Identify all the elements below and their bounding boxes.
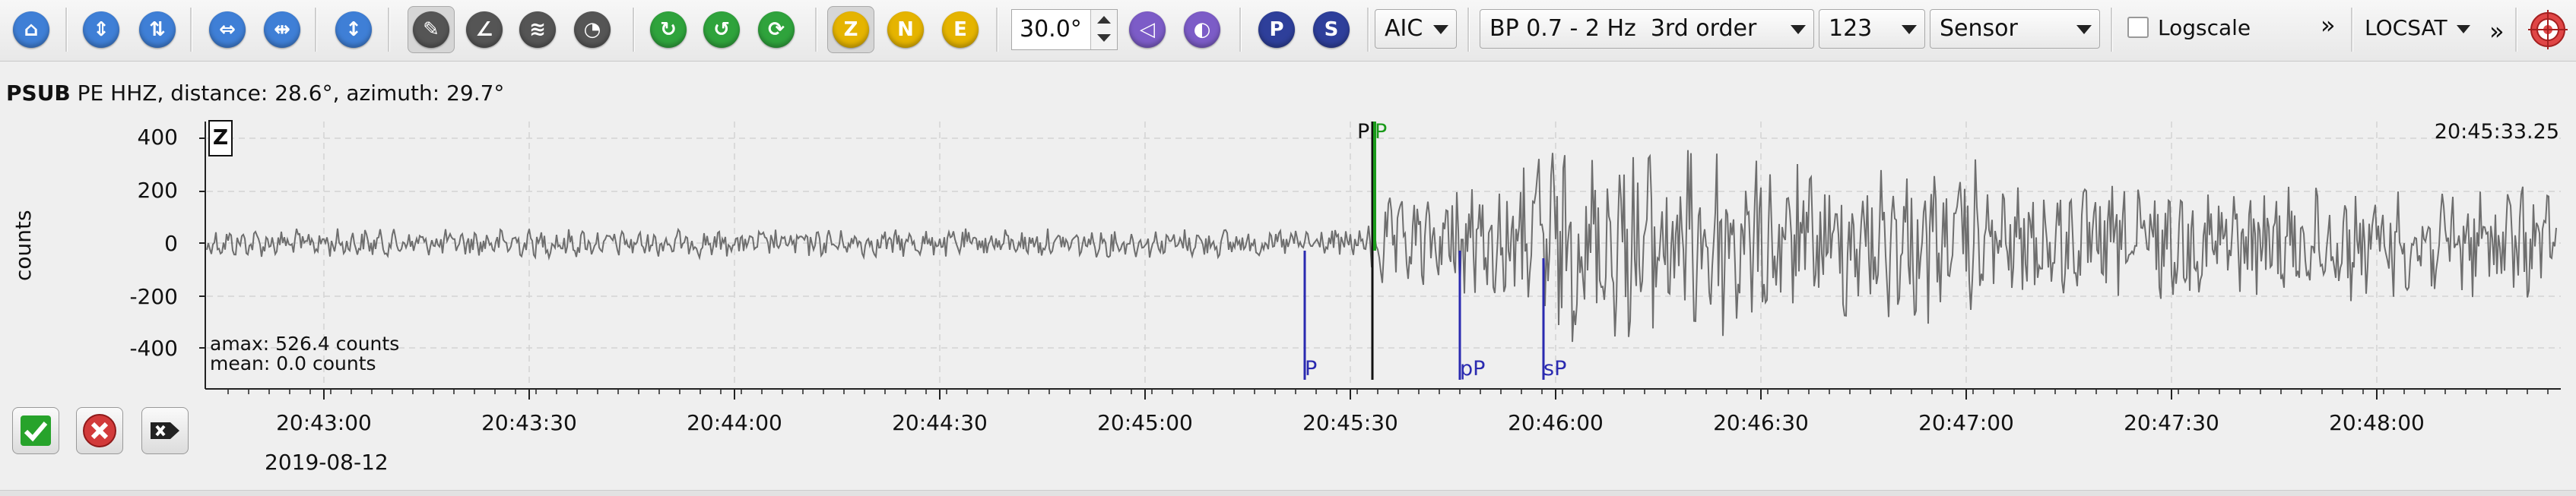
cursor-time-label: 20:45:33.25 — [2434, 120, 2559, 144]
x-tick-label: 20:43:00 — [276, 410, 372, 435]
x-tick-label: 20:48:00 — [2329, 410, 2425, 435]
mean-label: mean: 0.0 counts — [210, 352, 376, 374]
component-label: Z — [208, 120, 233, 156]
send-icon — [151, 422, 179, 439]
theoretical-sp-label: sP — [1543, 357, 1567, 381]
date-label: 2019-08-12 — [265, 450, 389, 475]
x-tick-label: 20:45:30 — [1302, 410, 1398, 435]
commit-button[interactable] — [141, 407, 189, 454]
trace-stats: amax: 526.4 counts mean: 0.0 counts — [210, 334, 399, 374]
theoretical-pp-label: pP — [1460, 357, 1486, 381]
x-axis-ticks — [227, 389, 2549, 400]
x-tick-label: 20:47:30 — [2124, 410, 2219, 435]
x-tick-label: 20:47:00 — [1918, 410, 2014, 435]
x-tick-label: 20:46:00 — [1508, 410, 1604, 435]
theoretical-p-label: P — [1305, 357, 1318, 381]
reject-button[interactable] — [76, 407, 123, 454]
waveform-trace — [206, 150, 2557, 343]
checkmark-icon — [21, 415, 51, 446]
waveform-line — [206, 150, 2557, 343]
automatic-pick-label[interactable]: P — [1375, 120, 1387, 144]
close-icon — [83, 414, 116, 447]
x-tick-label: 20:44:30 — [892, 410, 988, 435]
amax-label: amax: 526.4 counts — [210, 333, 400, 355]
accept-button[interactable] — [12, 407, 59, 454]
x-tick-label: 20:43:30 — [481, 410, 577, 435]
manual-pick-label[interactable]: P — [1357, 120, 1369, 144]
x-tick-label: 20:45:00 — [1097, 410, 1193, 435]
x-tick-label: 20:46:30 — [1713, 410, 1809, 435]
x-tick-label: 20:44:00 — [687, 410, 782, 435]
